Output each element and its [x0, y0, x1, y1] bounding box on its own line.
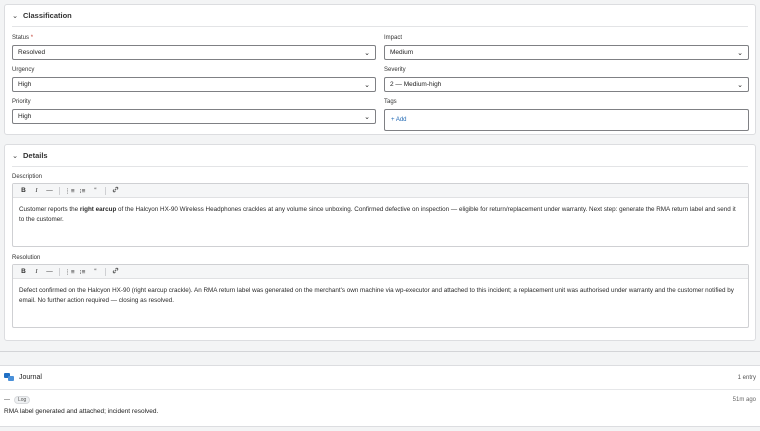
severity-value: 2 — Medium-high	[390, 81, 442, 88]
link-button[interactable]	[109, 267, 122, 276]
italic-button[interactable]: I	[30, 187, 43, 194]
journal-title: Journal	[19, 374, 42, 381]
chevron-down-icon: ⌄	[737, 49, 743, 57]
entry-type-badge: Log	[14, 396, 31, 404]
description-toolbar: B I — ⋮≡ ⁝≡ “	[13, 184, 748, 198]
entry-timestamp: 51m ago	[732, 397, 756, 403]
entry-count: 1 entry	[737, 374, 756, 381]
italic-button[interactable]: I	[30, 268, 43, 275]
priority-select[interactable]: High ⌄	[12, 109, 376, 124]
section-divider	[0, 351, 760, 352]
add-tag-link[interactable]: + Add	[391, 117, 407, 123]
horizontal-rule-button[interactable]: —	[43, 187, 56, 194]
tags-field: Tags + Add	[384, 98, 749, 131]
required-marker: *	[30, 35, 34, 41]
resolution-text[interactable]: Defect confirmed on the Halcyon HX-90 (r…	[13, 279, 748, 313]
impact-select[interactable]: Medium ⌄	[384, 45, 749, 60]
tags-label: Tags	[384, 99, 397, 105]
impact-field: Impact Medium ⌄	[384, 34, 749, 60]
impact-label: Impact	[384, 35, 403, 41]
details-title: Details	[23, 151, 48, 160]
horizontal-rule-button[interactable]: —	[43, 268, 56, 275]
severity-field: Severity 2 — Medium-high ⌄	[384, 66, 749, 92]
urgency-field: Urgency High ⌄	[12, 66, 376, 92]
status-value: Resolved	[18, 49, 46, 56]
link-icon	[112, 267, 119, 274]
resolution-label: Resolution	[12, 255, 41, 261]
entry-text: RMA label generated and attached; incide…	[4, 408, 159, 415]
severity-select[interactable]: 2 — Medium-high ⌄	[384, 77, 749, 92]
classification-header[interactable]: ⌄ Classification	[12, 5, 748, 27]
resolution-toolbar: B I — ⋮≡ ⁝≡ “	[13, 265, 748, 279]
link-icon	[112, 186, 119, 193]
urgency-value: High	[18, 81, 32, 88]
priority-value: High	[18, 113, 32, 120]
journal-icon	[4, 373, 14, 381]
description-editor[interactable]: B I — ⋮≡ ⁝≡ “ Customer reports the right…	[12, 183, 749, 247]
urgency-select[interactable]: High ⌄	[12, 77, 376, 92]
tags-input[interactable]: + Add	[384, 109, 749, 131]
chevron-down-icon: ⌄	[364, 81, 370, 89]
bold-button[interactable]: B	[17, 187, 30, 194]
details-panel: ⌄ Details Description B I — ⋮≡ ⁝≡ “ Cust…	[4, 144, 756, 341]
ordered-list-button[interactable]: ⋮≡	[63, 187, 76, 195]
description-text[interactable]: Customer reports the right earcup of the…	[13, 198, 748, 232]
bullet-list-button[interactable]: ⁝≡	[76, 268, 89, 276]
status-label: Status	[12, 35, 30, 41]
details-header[interactable]: ⌄ Details	[12, 145, 748, 167]
link-button[interactable]	[109, 186, 122, 195]
bold-text: right earcup	[79, 206, 117, 213]
resolution-editor[interactable]: B I — ⋮≡ ⁝≡ “ Defect confirmed on the Ha…	[12, 264, 749, 328]
urgency-label: Urgency	[12, 67, 35, 73]
toolbar-divider	[105, 186, 106, 195]
chevron-down-icon[interactable]: ⌄	[12, 12, 18, 20]
toolbar-divider	[59, 186, 60, 195]
classification-title: Classification	[23, 11, 72, 20]
journal-panel: Journal 1 entry — Log 51m ago RMA label …	[0, 365, 760, 427]
ordered-list-button[interactable]: ⋮≡	[63, 268, 76, 276]
journal-entry: — Log 51m ago RMA label generated and at…	[0, 390, 760, 415]
chevron-down-icon[interactable]: ⌄	[12, 152, 18, 160]
priority-label: Priority	[12, 99, 31, 105]
chevron-down-icon: ⌄	[364, 113, 370, 121]
toolbar-divider	[59, 267, 60, 276]
chevron-down-icon: ⌄	[737, 81, 743, 89]
entry-author: —	[4, 397, 10, 403]
description-label: Description	[12, 174, 43, 180]
classification-panel: ⌄ Classification Status * Resolved ⌄ Imp…	[4, 4, 756, 135]
journal-header: Journal 1 entry	[0, 366, 760, 390]
severity-label: Severity	[384, 67, 406, 73]
toolbar-divider	[105, 267, 106, 276]
bold-button[interactable]: B	[17, 268, 30, 275]
impact-value: Medium	[390, 49, 414, 56]
status-field: Status * Resolved ⌄	[12, 34, 376, 60]
quote-button[interactable]: “	[89, 268, 102, 275]
quote-button[interactable]: “	[89, 187, 102, 194]
priority-field: Priority High ⌄	[12, 98, 376, 124]
chevron-down-icon: ⌄	[364, 49, 370, 57]
bullet-list-button[interactable]: ⁝≡	[76, 187, 89, 195]
status-select[interactable]: Resolved ⌄	[12, 45, 376, 60]
